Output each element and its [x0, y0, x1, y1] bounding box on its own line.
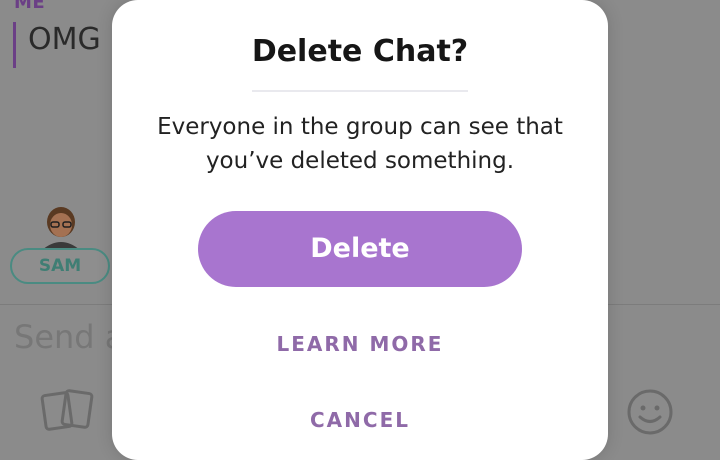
sender-label-me: ME	[14, 0, 46, 13]
cards-icon[interactable]	[40, 386, 98, 434]
contact-badge-sam[interactable]: SAM	[10, 248, 110, 284]
dialog-message-line-1: Everyone in the group can see that	[157, 114, 563, 140]
dialog-title: Delete Chat?	[251, 34, 469, 69]
delete-chat-dialog: Delete Chat? Everyone in the group can s…	[112, 0, 608, 460]
chat-message[interactable]: OMG	[28, 22, 101, 57]
send-chat-input[interactable]: Send a	[14, 318, 124, 356]
cancel-button[interactable]: CANCEL	[112, 408, 608, 432]
bitmoji-avatar-icon[interactable]	[32, 204, 90, 250]
emoji-icon[interactable]	[624, 386, 676, 438]
delete-button[interactable]: Delete	[198, 211, 522, 287]
dialog-title-divider	[252, 90, 468, 92]
dialog-message: Everyone in the group can see that you’v…	[132, 110, 588, 178]
message-accent-bar	[13, 22, 16, 68]
dialog-message-line-2: you’ve deleted something.	[205, 148, 515, 174]
learn-more-link[interactable]: LEARN MORE	[112, 332, 608, 356]
